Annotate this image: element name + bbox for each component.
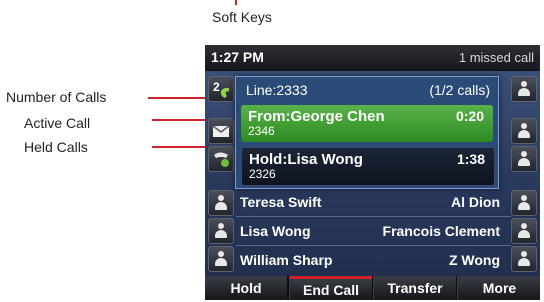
- right-key-1[interactable]: [511, 76, 537, 102]
- callout-held-calls: Held Calls: [24, 139, 88, 155]
- soft-keys-marker: [235, 0, 237, 5]
- missed-call-notice[interactable]: 1 missed call: [459, 50, 534, 65]
- clock: 1:27 PM: [211, 49, 264, 65]
- soft-keys-label: Soft Keys: [212, 9, 272, 25]
- end-call-softkey[interactable]: End Call: [289, 276, 372, 300]
- messages-key[interactable]: [208, 118, 234, 144]
- line-key-1[interactable]: 2: [208, 76, 234, 102]
- contact-key-lisa-wong[interactable]: [208, 218, 234, 244]
- calls-panel: Line:2333 (1/2 calls) From:George Chen 2…: [235, 76, 499, 189]
- contact-key-al-dion[interactable]: [511, 190, 537, 216]
- contact-key-william-sharp[interactable]: [208, 246, 234, 272]
- person-icon: [215, 223, 227, 239]
- callout-line-number-of-calls: [148, 97, 210, 99]
- contact-row[interactable]: William Sharp Z Wong: [236, 246, 504, 274]
- active-call-timer: 0:20: [455, 108, 484, 124]
- person-icon: [518, 123, 530, 139]
- person-icon: [518, 81, 530, 97]
- contact-left-name: Lisa Wong: [240, 223, 311, 239]
- contact-row[interactable]: Lisa Wong Francois Clement: [236, 217, 504, 245]
- phone-icon: [220, 87, 229, 98]
- phone-screen: 1:27 PM 1 missed call 2 Teresa Swift Al …: [205, 45, 540, 300]
- transfer-softkey[interactable]: Transfer: [373, 276, 456, 300]
- person-icon: [518, 251, 530, 267]
- contact-key-teresa-swift[interactable]: [208, 190, 234, 216]
- contact-right-name: Francois Clement: [382, 223, 500, 239]
- contact-key-z-wong[interactable]: [511, 246, 537, 272]
- active-call[interactable]: From:George Chen 2346 0:20: [241, 105, 493, 142]
- hold-softkey[interactable]: Hold: [205, 276, 287, 300]
- callout-number-of-calls: Number of Calls: [6, 89, 107, 105]
- right-key-2[interactable]: [511, 118, 537, 144]
- right-key-3[interactable]: [511, 146, 537, 172]
- softkey-bar: Hold End Call Transfer More: [205, 276, 540, 300]
- line-label: Line:2333: [246, 82, 308, 98]
- more-softkey[interactable]: More: [457, 276, 540, 300]
- person-icon: [518, 195, 530, 211]
- calls-panel-header: Line:2333 (1/2 calls): [236, 77, 498, 103]
- envelope-icon: [212, 125, 230, 137]
- held-call-number: 2326: [249, 167, 276, 181]
- contact-right-name: Z Wong: [448, 252, 500, 268]
- person-icon: [215, 251, 227, 267]
- active-call-name: From:George Chen: [248, 108, 385, 125]
- held-call-timer: 1:38: [456, 151, 485, 167]
- phone-handset-icon: [214, 152, 229, 167]
- person-icon: [518, 151, 530, 167]
- line-key-3[interactable]: [208, 146, 234, 172]
- contact-row[interactable]: Teresa Swift Al Dion: [236, 188, 504, 216]
- held-call[interactable]: Hold:Lisa Wong 2326 1:38: [241, 147, 495, 186]
- contact-right-name: Al Dion: [451, 194, 500, 210]
- contact-left-name: William Sharp: [240, 252, 333, 268]
- call-count: (1/2 calls): [429, 82, 490, 98]
- person-icon: [518, 223, 530, 239]
- callout-active-call: Active Call: [24, 115, 91, 131]
- contact-left-name: Teresa Swift: [240, 194, 322, 210]
- held-call-name: Hold:Lisa Wong: [249, 151, 363, 168]
- status-bar: 1:27 PM 1 missed call: [205, 45, 540, 71]
- active-call-number: 2346: [248, 124, 275, 138]
- contact-key-francois-clement[interactable]: [511, 218, 537, 244]
- person-icon: [215, 195, 227, 211]
